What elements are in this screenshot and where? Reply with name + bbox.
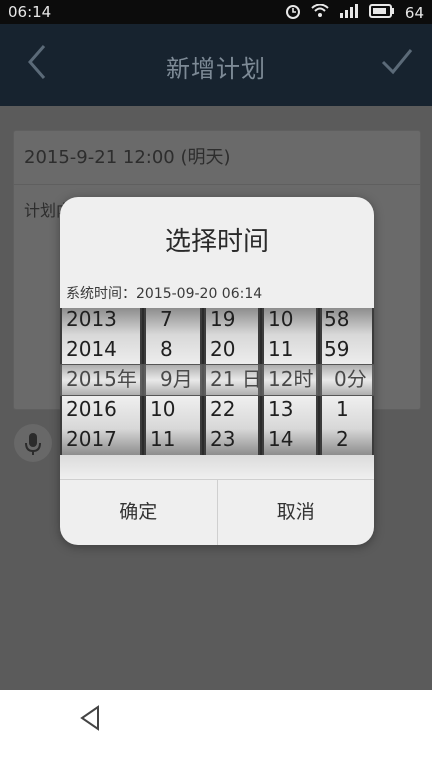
voice-input-button[interactable]: [14, 424, 52, 462]
day-option[interactable]: 20: [210, 334, 256, 364]
minute-wheel[interactable]: 58 59 0分 1 2: [320, 308, 374, 455]
hour-selected[interactable]: 12时: [268, 364, 314, 394]
day-option[interactable]: 23: [210, 424, 256, 454]
battery-icon: [368, 4, 395, 22]
status-icons: 64: [285, 3, 424, 23]
battery-level: 64: [404, 4, 424, 22]
minute-option[interactable]: 2: [336, 424, 370, 454]
hour-option[interactable]: 11: [268, 334, 314, 364]
confirm-button[interactable]: 确定: [60, 479, 217, 545]
microphone-icon: [25, 433, 41, 455]
dialog-actions: 确定 取消: [60, 479, 374, 545]
hour-wheel[interactable]: 10 11 12时 13 14: [262, 308, 318, 455]
check-icon: [381, 49, 413, 75]
status-bar: 06:14 64: [0, 0, 432, 24]
system-time: 系统时间：2015-09-20 06:14: [66, 286, 263, 302]
day-option[interactable]: 19: [210, 308, 256, 334]
month-option[interactable]: 10: [150, 394, 198, 424]
month-selected[interactable]: 9月: [160, 364, 198, 394]
dialog-title: 选择时间: [164, 227, 269, 257]
day-selected[interactable]: 21 日: [210, 364, 258, 394]
minute-option[interactable]: 59: [324, 334, 370, 364]
save-button[interactable]: [380, 44, 414, 78]
time-picker: 2013 2014 2015年 2016 2017 7 8 9月 10 11 1…: [60, 308, 374, 455]
alarm-icon: [285, 3, 301, 23]
minute-option[interactable]: 58: [324, 308, 370, 334]
month-wheel[interactable]: 7 8 9月 10 11: [144, 308, 202, 455]
hour-option[interactable]: 13: [268, 394, 314, 424]
minute-selected[interactable]: 0分: [334, 364, 370, 394]
minute-option[interactable]: 1: [336, 394, 370, 424]
year-option[interactable]: 2013: [66, 308, 138, 334]
hour-option[interactable]: 10: [268, 308, 314, 334]
hour-option[interactable]: 14: [268, 424, 314, 454]
page-title: 新增计划: [166, 55, 266, 83]
year-option[interactable]: 2016: [66, 394, 138, 424]
year-wheel[interactable]: 2013 2014 2015年 2016 2017: [60, 308, 142, 455]
month-option[interactable]: 7: [160, 308, 198, 334]
month-option[interactable]: 11: [150, 424, 198, 454]
year-option[interactable]: 2017: [66, 424, 138, 454]
cancel-button[interactable]: 取消: [216, 479, 375, 545]
year-selected[interactable]: 2015年: [66, 364, 138, 394]
time-picker-dialog: 选择时间 系统时间：2015-09-20 06:14 2013 2014 201…: [60, 197, 374, 545]
picker-divider: [60, 455, 374, 480]
navigation-bar: [0, 690, 432, 768]
app-header: 新增计划: [0, 24, 432, 106]
signal-icon: [339, 4, 359, 22]
date-field[interactable]: 2015-9-21 12:00 (明天): [14, 131, 420, 185]
year-option[interactable]: 2014: [66, 334, 138, 364]
day-wheel[interactable]: 19 20 21 日 22 23: [204, 308, 260, 455]
triangle-back-icon: [80, 705, 99, 731]
day-option[interactable]: 22: [210, 394, 256, 424]
month-option[interactable]: 8: [160, 334, 198, 364]
status-time: 06:14: [8, 3, 52, 21]
nav-back-button[interactable]: [78, 704, 102, 732]
wifi-icon: [311, 3, 329, 22]
